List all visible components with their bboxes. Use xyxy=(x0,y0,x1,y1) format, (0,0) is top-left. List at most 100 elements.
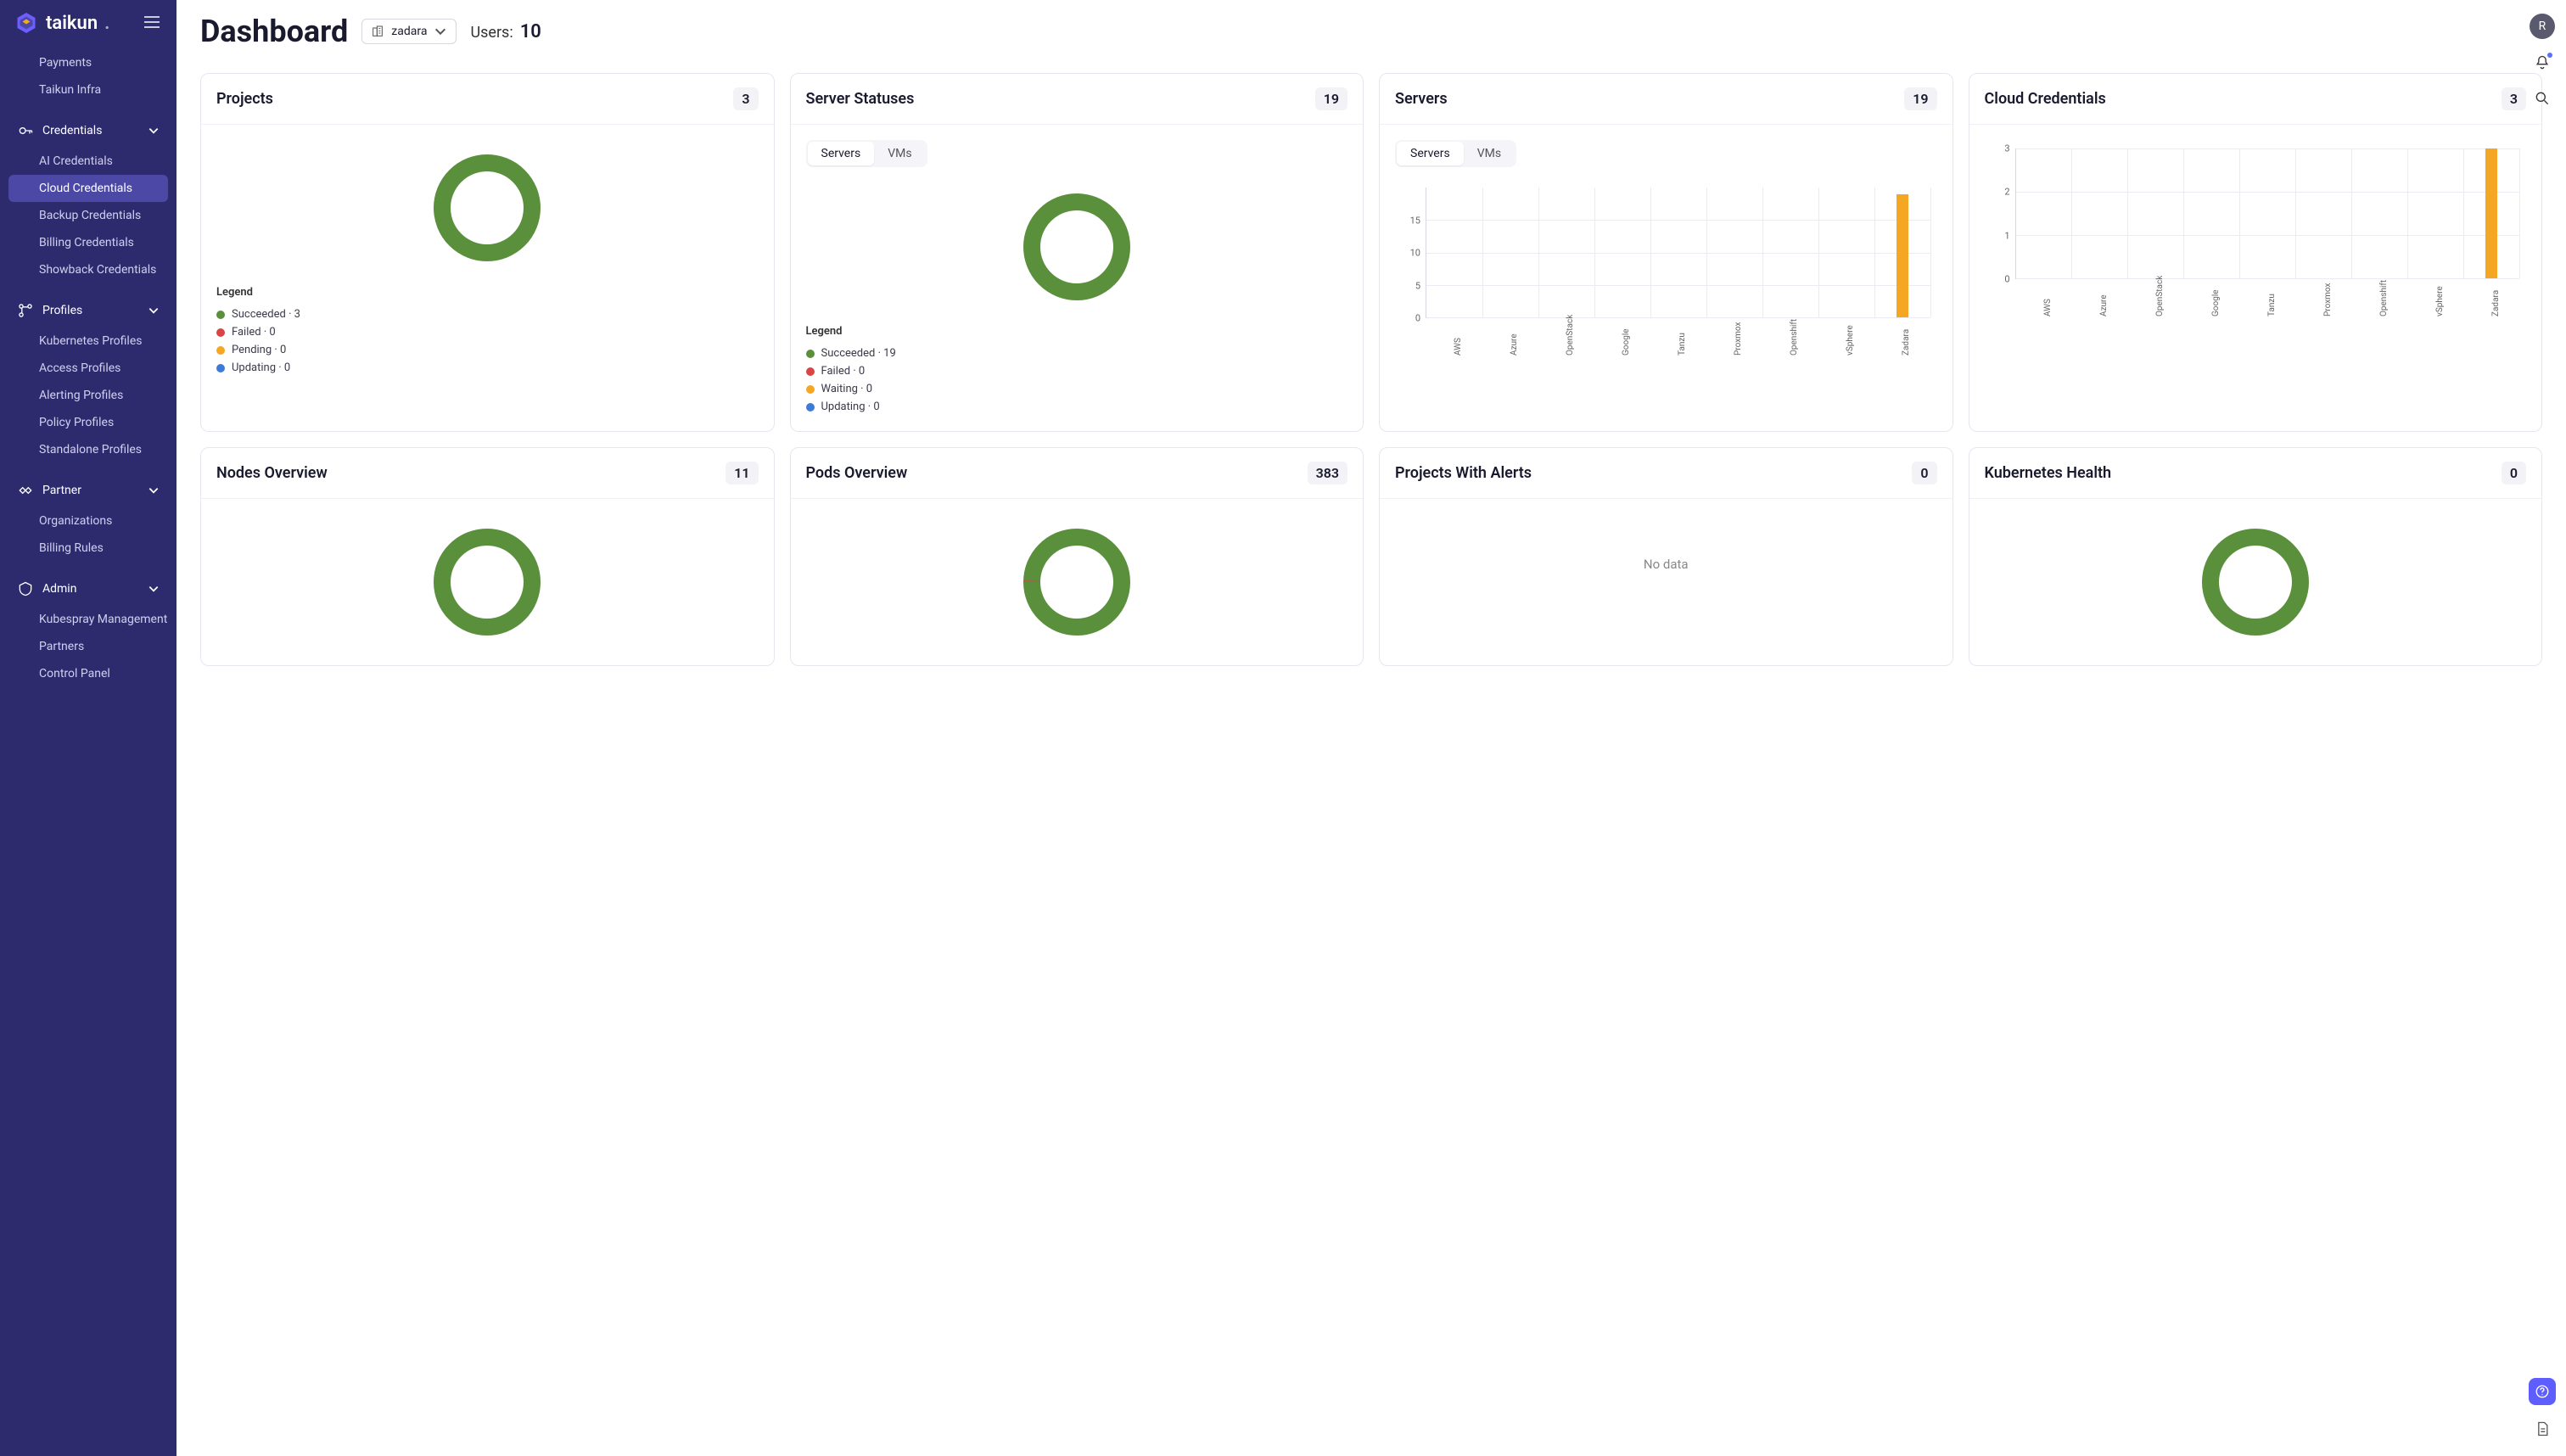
sidebar-item[interactable]: Kubespray Management xyxy=(8,606,168,633)
card-cloud-credentials: Cloud Credentials 3 0123AWSAzureOpenStac… xyxy=(1969,73,2543,432)
legend-item: Waiting · 0 xyxy=(806,380,1348,398)
main: Dashboard zadara Users: 10 Projects xyxy=(176,0,2566,1456)
servers-bar-chart: 051015AWSAzureOpenStackGoogleTanzuProxmo… xyxy=(1395,179,1937,357)
sidebar-item[interactable]: Payments xyxy=(8,49,168,76)
rightbar: R xyxy=(2518,0,2566,1456)
nodes-donut-chart xyxy=(428,523,546,641)
tab-servers[interactable]: Servers xyxy=(1397,142,1464,165)
card-projects: Projects 3 Legend Succeeded · 3Failed · … xyxy=(200,73,775,432)
projects-donut-chart xyxy=(428,148,546,267)
card-count-badge: 383 xyxy=(1308,462,1347,484)
sidebar-item[interactable]: Cloud Credentials xyxy=(8,175,168,202)
sidebar-item[interactable]: Backup Credentials xyxy=(8,202,168,229)
card-servers: Servers 19 Servers VMs 051015AWSAzureOpe… xyxy=(1379,73,1953,432)
server-statuses-donut-chart xyxy=(1017,188,1136,306)
card-title: Projects With Alerts xyxy=(1395,464,1532,482)
tab-servers[interactable]: Servers xyxy=(808,142,875,165)
sidebar-item[interactable]: AI Credentials xyxy=(8,148,168,175)
user-avatar[interactable]: R xyxy=(2530,14,2555,39)
server-statuses-legend: Legend Succeeded · 19Failed · 0Waiting ·… xyxy=(806,325,1348,416)
topbar: Dashboard zadara Users: 10 xyxy=(176,0,2566,56)
card-title: Cloud Credentials xyxy=(1985,90,2106,108)
help-icon xyxy=(2535,1384,2550,1399)
sidebar-item[interactable]: Alerting Profiles xyxy=(8,382,168,409)
sidebar-item[interactable]: Control Panel xyxy=(8,660,168,687)
notifications-button[interactable] xyxy=(2534,54,2551,75)
card-title: Kubernetes Health xyxy=(1985,464,2112,482)
org-select-value: zadara xyxy=(391,25,427,38)
card-title: Pods Overview xyxy=(806,464,908,482)
tab-vms[interactable]: VMs xyxy=(874,142,925,165)
card-kubernetes-health: Kubernetes Health 0 xyxy=(1969,447,2543,666)
sidebar-item[interactable]: Partners xyxy=(8,633,168,660)
sidebar-item[interactable]: Kubernetes Profiles xyxy=(8,328,168,355)
chevron-down-icon xyxy=(148,583,160,595)
legend-item: Updating · 0 xyxy=(216,359,759,377)
card-title: Projects xyxy=(216,90,273,108)
users-counter: Users: 10 xyxy=(470,21,541,42)
search-icon xyxy=(2534,90,2551,107)
legend-item: Updating · 0 xyxy=(806,398,1348,416)
kubernetes-health-donut-chart xyxy=(2196,523,2315,641)
sidebar-item[interactable]: Billing Credentials xyxy=(8,229,168,256)
sidebar-item[interactable]: Organizations xyxy=(8,507,168,535)
legend-item: Succeeded · 19 xyxy=(806,344,1348,362)
card-count-badge: 3 xyxy=(733,87,758,110)
sidebar-group-header[interactable]: Profiles xyxy=(8,294,168,328)
server-statuses-tabs: Servers VMs xyxy=(806,140,927,167)
taikun-logo-icon xyxy=(14,10,39,36)
dashboard-grid: Projects 3 Legend Succeeded · 3Failed · … xyxy=(200,73,2542,666)
document-icon xyxy=(2534,1420,2551,1437)
organization-select[interactable]: zadara xyxy=(361,19,457,44)
card-title: Nodes Overview xyxy=(216,464,328,482)
sidebar-nav: PaymentsTaikun Infra CredentialsAI Creden… xyxy=(0,46,176,1456)
card-title: Servers xyxy=(1395,90,1448,108)
card-nodes-overview: Nodes Overview 11 xyxy=(200,447,775,666)
no-data-message: No data xyxy=(1395,514,1937,614)
sidebar-toggle-button[interactable] xyxy=(141,12,163,35)
servers-tabs: Servers VMs xyxy=(1395,140,1516,167)
legend-item: Pending · 0 xyxy=(216,341,759,359)
chevron-down-icon xyxy=(434,25,447,38)
card-count-badge: 11 xyxy=(726,462,758,484)
sidebar-group-header[interactable]: Partner xyxy=(8,473,168,507)
sidebar-item[interactable]: Access Profiles xyxy=(8,355,168,382)
sidebar-item[interactable]: Showback Credentials xyxy=(8,256,168,283)
sidebar-item[interactable]: Taikun Infra xyxy=(8,76,168,104)
legend-title: Legend xyxy=(806,325,1348,338)
sidebar-item[interactable]: Standalone Profiles xyxy=(8,436,168,463)
card-count-badge: 0 xyxy=(1912,462,1936,484)
card-pods-overview: Pods Overview 383 xyxy=(790,447,1364,666)
chevron-down-icon xyxy=(148,125,160,137)
sidebar-group-header[interactable]: Admin xyxy=(8,572,168,606)
users-label: Users: xyxy=(470,24,513,42)
card-count-badge: 19 xyxy=(1315,87,1347,110)
chevron-down-icon xyxy=(148,305,160,316)
projects-legend: Legend Succeeded · 3Failed · 0Pending · … xyxy=(216,286,759,377)
chevron-down-icon xyxy=(148,484,160,496)
pods-donut-chart xyxy=(1017,523,1136,641)
card-server-statuses: Server Statuses 19 Servers VMs Legend Su… xyxy=(790,73,1364,432)
help-button[interactable] xyxy=(2529,1378,2556,1405)
card-count-badge: 19 xyxy=(1904,87,1936,110)
legend-item: Succeeded · 3 xyxy=(216,305,759,323)
sidebar-item[interactable]: Billing Rules xyxy=(8,535,168,562)
building-icon xyxy=(371,25,384,38)
document-button[interactable] xyxy=(2529,1415,2556,1442)
brand-name: taikun xyxy=(46,13,98,34)
cloud-credentials-bar-chart: 0123AWSAzureOpenStackGoogleTanzuProxmoxO… xyxy=(1985,140,2527,318)
search-button[interactable] xyxy=(2534,90,2551,110)
legend-title: Legend xyxy=(216,286,759,299)
logo[interactable]: taikun. xyxy=(14,10,109,36)
legend-item: Failed · 0 xyxy=(216,323,759,341)
content: Projects 3 Legend Succeeded · 3Failed · … xyxy=(176,56,2566,1456)
sidebar-group-header[interactable]: Credentials xyxy=(8,114,168,148)
legend-item: Failed · 0 xyxy=(806,362,1348,380)
sidebar: taikun. PaymentsTaikun InfraCredentialsA… xyxy=(0,0,176,1456)
page-title: Dashboard xyxy=(200,14,348,49)
users-count: 10 xyxy=(520,21,541,42)
card-projects-with-alerts: Projects With Alerts 0 No data xyxy=(1379,447,1953,666)
sidebar-item[interactable]: Policy Profiles xyxy=(8,409,168,436)
tab-vms[interactable]: VMs xyxy=(1464,142,1515,165)
card-title: Server Statuses xyxy=(806,90,915,108)
